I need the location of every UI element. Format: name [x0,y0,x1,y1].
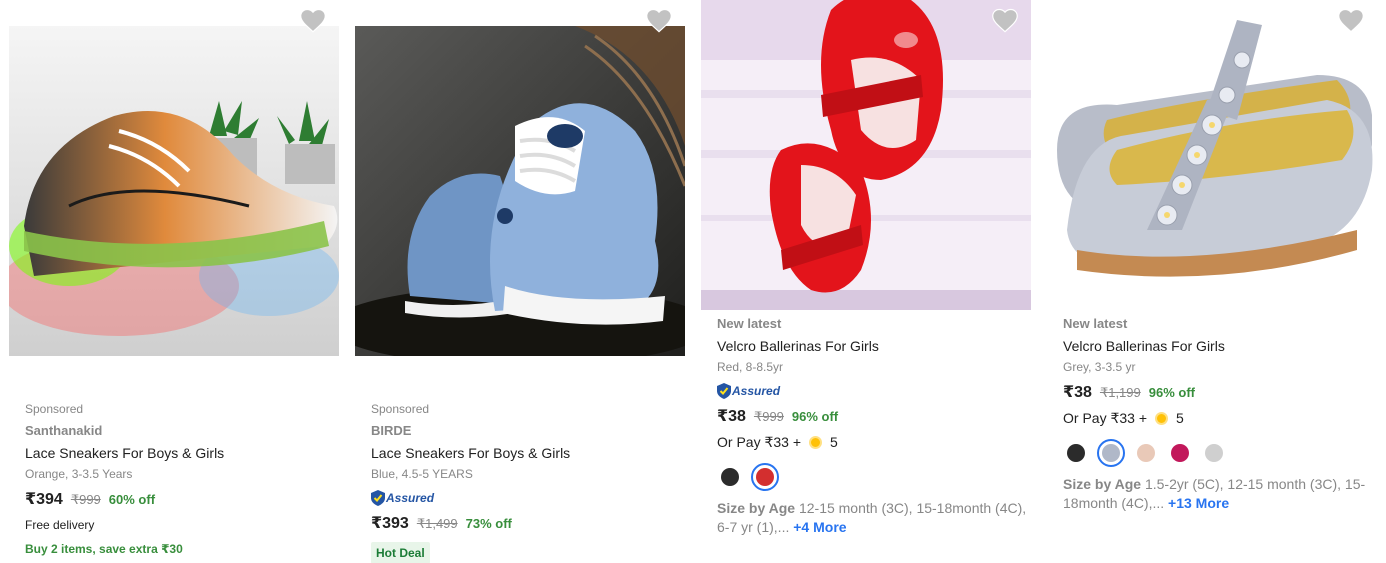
assured-text: Assured [386,491,435,505]
bundle-offer: Buy 2 items, save extra ₹30 [25,542,183,556]
brand-name: BIRDE [371,423,412,438]
swatch-magenta[interactable] [1167,440,1193,466]
discount-percent: 60% off [108,492,156,507]
sponsored-label: Sponsored [25,402,84,416]
pay-with-coins: Or Pay ₹33 + 5 [1063,407,1374,429]
swatch-fill [1205,444,1223,462]
product-image[interactable] [355,26,685,356]
led-sneakers-image [9,26,339,356]
product-variant: Blue, 4.5-5 YEARS [371,467,473,481]
more-sizes-link[interactable]: +4 More [793,519,846,535]
pay-with-coins: Or Pay ₹33 + 5 [717,431,1028,453]
pay-prefix: Or Pay ₹33 + [717,433,801,450]
product-image[interactable] [1047,0,1377,310]
red-ballerinas-image [701,0,1031,310]
new-latest-label: New latest [1063,316,1128,331]
wishlist-heart-icon[interactable] [299,7,327,33]
grey-ballerinas-image [1047,0,1377,310]
product-variant: Red, 8-8.5yr [717,360,784,374]
product-info: Sponsored Santhanakid Lace Sneakers For … [25,401,336,558]
new-latest-label: New latest [717,316,782,331]
size-label: Size by Age [1063,476,1142,492]
more-sizes-link[interactable]: +13 More [1168,495,1229,511]
price-row: ₹393 ₹1,499 73% off [371,512,682,536]
product-info: Sponsored BIRDE Lace Sneakers For Boys &… [371,401,682,563]
swatch-fill [1171,444,1189,462]
product-card[interactable]: New latest Velcro Ballerinas For Girls G… [1038,0,1384,563]
product-variant: Orange, 3-3.5 Years [25,467,133,481]
discount-percent: 96% off [1148,385,1195,400]
price-row: ₹394 ₹999 60% off [25,488,336,512]
swatch-peach[interactable] [1133,440,1159,466]
hot-deal-badge: Hot Deal [371,542,430,563]
swatch-fill [1067,444,1085,462]
price-row: ₹38 ₹999 96% off [717,405,1028,429]
coin-count: 5 [830,434,838,450]
discount-percent: 73% off [465,516,512,531]
supercoin-icon [1155,411,1168,425]
original-price: ₹1,199 [1099,385,1141,400]
product-title[interactable]: Lace Sneakers For Boys & Girls [371,443,682,463]
original-price: ₹1,499 [416,516,458,531]
price-row: ₹38 ₹1,199 96% off [1063,381,1374,405]
assured-shield-icon [371,490,385,506]
pay-prefix: Or Pay ₹33 + [1063,409,1147,426]
product-info: New latest Velcro Ballerinas For Girls G… [1063,316,1374,513]
product-info: New latest Velcro Ballerinas For Girls R… [717,316,1028,537]
selling-price: ₹394 [25,491,63,508]
color-swatches [717,461,1028,493]
selling-price: ₹38 [1063,384,1092,401]
product-card[interactable]: New latest Velcro Ballerinas For Girls R… [692,0,1038,563]
swatch-grey-selected[interactable] [1097,439,1125,467]
size-label: Size by Age [717,500,796,516]
swatch-black[interactable] [1063,440,1089,466]
supercoin-icon [809,435,822,449]
product-variant: Grey, 3-3.5 yr [1063,360,1136,374]
swatch-black[interactable] [717,464,743,490]
swatch-silver[interactable] [1201,440,1227,466]
swatch-fill [756,468,774,486]
sponsored-label: Sponsored [371,402,430,416]
swatch-fill [1137,444,1155,462]
swatch-red-selected[interactable] [751,463,779,491]
coin-count: 5 [1176,410,1184,426]
selling-price: ₹393 [371,515,409,532]
product-image[interactable] [9,26,339,356]
product-image[interactable] [701,0,1031,310]
assured-badge: Assured [371,488,682,508]
brand-name: Santhanakid [25,423,103,438]
discount-percent: 96% off [791,409,839,424]
assured-text: Assured [732,384,781,398]
size-by-age: Size by Age 1.5-2yr (5C), 12-15 month (3… [1063,475,1374,513]
selling-price: ₹38 [717,408,746,425]
color-swatches [1063,437,1374,469]
product-card[interactable]: Sponsored BIRDE Lace Sneakers For Boys &… [346,0,692,563]
original-price: ₹999 [70,492,101,507]
swatch-fill [1102,444,1120,462]
product-title[interactable]: Lace Sneakers For Boys & Girls [25,443,336,463]
wishlist-heart-icon[interactable] [645,7,673,33]
product-title[interactable]: Velcro Ballerinas For Girls [717,336,1028,356]
blue-sneakers-image [355,26,685,356]
wishlist-heart-icon[interactable] [1337,7,1365,33]
delivery-info: Free delivery [25,518,95,532]
swatch-fill [721,468,739,486]
assured-shield-icon [717,383,731,399]
product-card[interactable]: Sponsored Santhanakid Lace Sneakers For … [0,0,346,563]
original-price: ₹999 [753,409,784,424]
assured-badge: Assured [717,381,1028,401]
wishlist-heart-icon[interactable] [991,7,1019,33]
product-title[interactable]: Velcro Ballerinas For Girls [1063,336,1374,356]
size-by-age: Size by Age 12-15 month (3C), 15-18month… [717,499,1028,537]
